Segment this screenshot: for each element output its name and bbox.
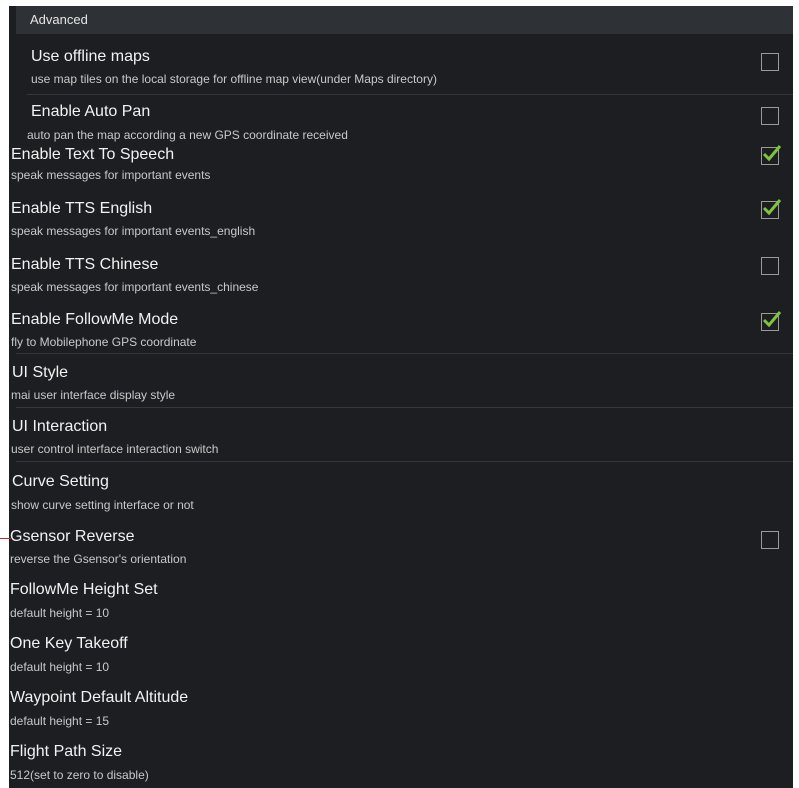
setting-title: UI Style [12, 364, 69, 381]
row-divider [16, 461, 793, 462]
setting-summary: 512(set to zero to disable) [10, 768, 149, 782]
checkmark-icon [762, 311, 782, 328]
setting-row[interactable]: Waypoint Default Altitude default height … [9, 680, 793, 734]
setting-row[interactable]: UI Style mai user interface display style [9, 354, 793, 408]
setting-title: UI Interaction [12, 418, 108, 435]
setting-checkbox[interactable] [761, 199, 782, 219]
setting-row[interactable]: Enable Text To Speech speak messages for … [9, 132, 793, 186]
setting-summary: user control interface interaction switc… [11, 442, 219, 456]
setting-row[interactable]: Enable TTS English speak messages for imp… [9, 188, 793, 242]
setting-title: FollowMe Height Set [10, 581, 158, 598]
setting-title: Waypoint Default Altitude [10, 689, 189, 706]
setting-title: Enable TTS English [11, 200, 153, 217]
setting-summary: show curve setting interface or not [11, 498, 194, 512]
setting-summary: mai user interface display style [11, 388, 176, 402]
setting-title: Enable Text To Speech [11, 146, 175, 163]
setting-row[interactable]: One Key Takeoff default height = 10 [9, 626, 793, 680]
setting-summary: reverse the Gsensor's orientation [10, 552, 187, 566]
setting-row[interactable]: Enable FollowMe Mode fly to Mobilephone G… [9, 300, 793, 354]
setting-title: Gsensor Reverse [10, 528, 135, 545]
setting-summary: fly to Mobilephone GPS coordinate [11, 335, 197, 349]
checkmark-icon [762, 199, 782, 216]
setting-summary: use map tiles on the local storage for o… [31, 72, 437, 86]
setting-title: One Key Takeoff [10, 635, 128, 652]
setting-title: Flight Path Size [10, 743, 123, 760]
section-header: Advanced [16, 6, 793, 34]
setting-summary: default height = 10 [10, 660, 110, 674]
setting-title: Enable Auto Pan [31, 103, 151, 120]
setting-row[interactable]: Gsensor Reverse reverse the Gsensor's ori… [9, 518, 793, 572]
setting-row[interactable]: FollowMe Height Set default height = 10 [9, 572, 793, 626]
setting-checkbox[interactable] [761, 311, 782, 331]
setting-checkbox[interactable] [761, 145, 782, 165]
setting-checkbox[interactable] [761, 53, 779, 71]
setting-checkbox[interactable] [761, 107, 779, 125]
setting-summary: speak messages for important events_engl… [11, 224, 256, 238]
setting-summary: speak messages for important events_chin… [11, 280, 259, 294]
setting-summary: default height = 15 [10, 714, 110, 728]
setting-checkbox[interactable] [761, 257, 779, 275]
settings-panel: Advanced Use offline maps use map tiles o… [9, 6, 793, 788]
setting-summary: speak messages for important events [11, 168, 211, 182]
setting-row[interactable]: Enable TTS Chinese speak messages for imp… [9, 244, 793, 298]
setting-summary: default height = 10 [10, 606, 110, 620]
setting-title: Enable FollowMe Mode [11, 311, 179, 328]
setting-title: Enable TTS Chinese [11, 256, 159, 273]
setting-row[interactable]: Use offline maps use map tiles on the loc… [9, 36, 793, 95]
setting-row[interactable]: Flight Path Size 512(set to zero to disab… [9, 734, 793, 788]
setting-title: Curve Setting [12, 473, 109, 490]
edge-marker [0, 538, 12, 539]
setting-title: Use offline maps [31, 48, 150, 65]
checkmark-icon [762, 145, 782, 162]
setting-row[interactable]: UI Interaction user control interface int… [9, 408, 793, 462]
setting-checkbox[interactable] [761, 531, 779, 549]
setting-row[interactable]: Curve Setting show curve setting interfac… [9, 464, 793, 518]
